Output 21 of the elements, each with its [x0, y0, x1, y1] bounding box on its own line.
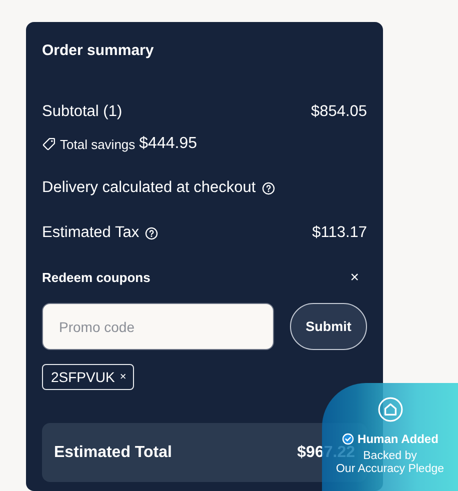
- coupons-title: Redeem coupons: [42, 270, 150, 284]
- home-icon: [378, 397, 402, 422]
- coupon-code: 2SFPVUK: [51, 369, 115, 385]
- submit-button[interactable]: Submit: [290, 303, 367, 350]
- check-icon: [342, 433, 354, 445]
- badge-text: Our Accuracy Pledge: [336, 463, 444, 476]
- close-button[interactable]: ×: [350, 268, 367, 286]
- line-label: Estimated Tax: [42, 224, 140, 242]
- promo-code-field[interactable]: Promo code: [42, 303, 274, 350]
- line-amount: $113.17: [312, 224, 367, 242]
- savings-amount: $444.95: [139, 135, 197, 153]
- summary-title: Order summary: [42, 41, 155, 61]
- tag-icon: [42, 137, 56, 151]
- line-label: Delivery calculated at checkout: [42, 179, 256, 197]
- line-label: Subtotal (1): [42, 103, 122, 121]
- badge-text: Backed by: [363, 450, 417, 463]
- badge-title: Human Added: [358, 432, 438, 446]
- total-label: Estimated Total: [54, 444, 172, 462]
- savings-label: Total savings: [60, 136, 136, 152]
- remove-button[interactable]: ×: [120, 371, 126, 383]
- line-amount: $854.05: [310, 103, 367, 121]
